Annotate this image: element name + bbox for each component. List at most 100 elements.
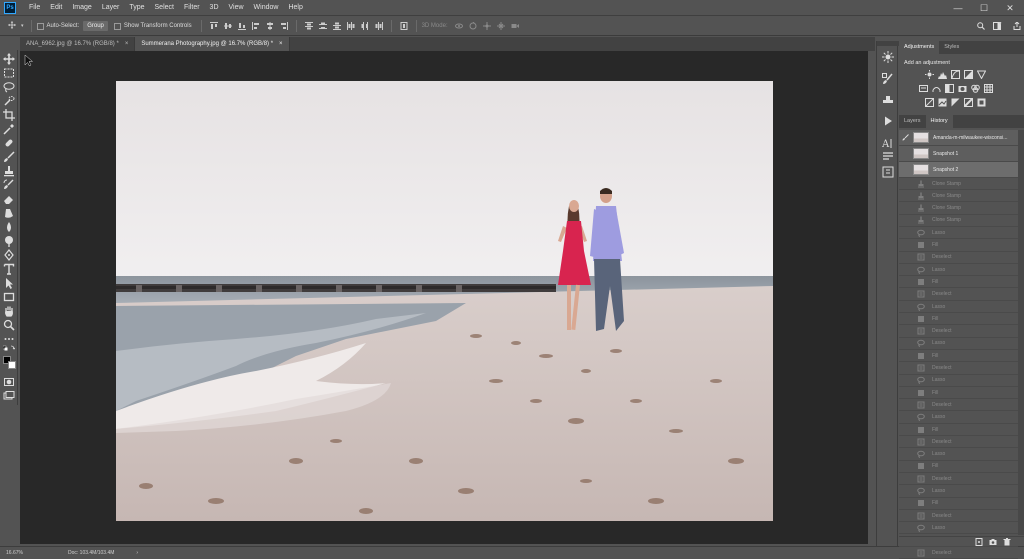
pen-tool-icon[interactable]: [3, 249, 15, 261]
tab-ana-6962[interactable]: ANA_6962.jpg @ 16.7% (RGB/8) * ×: [20, 37, 136, 51]
eyedropper-tool-icon[interactable]: [3, 123, 15, 135]
quick-mask-icon[interactable]: [3, 376, 15, 388]
history-state[interactable]: Fill: [899, 240, 1018, 252]
history-state[interactable]: Clone Stamp: [899, 190, 1018, 203]
menu-window[interactable]: Window: [249, 4, 284, 11]
exposure-icon[interactable]: [964, 70, 973, 79]
character-panel-icon[interactable]: A: [882, 137, 894, 149]
posterize-icon[interactable]: [938, 98, 947, 107]
actions-play-icon[interactable]: [882, 115, 894, 127]
color-lookup-icon[interactable]: [984, 84, 993, 93]
move-tool-icon[interactable]: [8, 21, 18, 31]
levels-icon[interactable]: [938, 70, 947, 79]
history-brush-source-icon[interactable]: [902, 134, 909, 141]
history-state[interactable]: Deselect: [899, 289, 1018, 301]
history-state[interactable]: Clone Stamp: [899, 178, 1018, 190]
glyphs-panel-icon[interactable]: [882, 166, 894, 178]
status-menu-arrow[interactable]: ›: [136, 550, 138, 556]
tab-summerana-photography[interactable]: Summerana Photography.jpg @ 16.7% (RGB/8…: [135, 37, 290, 51]
auto-align-icon[interactable]: [400, 22, 408, 30]
distribute-left-icon[interactable]: [346, 22, 355, 30]
curves-icon[interactable]: [951, 70, 960, 79]
crop-tool-icon[interactable]: [3, 109, 15, 121]
clone-stamp-tool-icon[interactable]: [3, 165, 15, 177]
background-color-swatch[interactable]: [8, 361, 16, 369]
hand-tool-icon[interactable]: [3, 305, 15, 317]
history-brush-tool-icon[interactable]: [3, 179, 15, 191]
history-state[interactable]: Lasso: [899, 486, 1018, 498]
quick-selection-tool-icon[interactable]: [3, 95, 15, 107]
align-right-icon[interactable]: [280, 22, 288, 30]
history-state[interactable]: Clone Stamp: [899, 215, 1018, 227]
history-state[interactable]: Deselect: [899, 510, 1018, 523]
history-state[interactable]: Deselect: [899, 363, 1018, 375]
history-snapshot[interactable]: Snapshot 2: [899, 162, 1018, 178]
3d-orbit-icon[interactable]: [454, 22, 463, 30]
menu-3d[interactable]: 3D: [205, 4, 224, 11]
3d-scale-icon[interactable]: [511, 22, 519, 30]
photo-filter-icon[interactable]: [958, 84, 967, 93]
history-state[interactable]: Deselect: [899, 252, 1018, 264]
distribute-right-icon[interactable]: [375, 22, 383, 30]
menu-help[interactable]: Help: [283, 4, 307, 11]
history-state[interactable]: Fill: [899, 350, 1018, 363]
tab-layers[interactable]: Layers: [899, 115, 926, 128]
zoom-level[interactable]: 16.67%: [6, 550, 46, 556]
3d-slide-icon[interactable]: [496, 22, 505, 30]
menu-filter[interactable]: Filter: [179, 4, 205, 11]
color-balance-icon[interactable]: [932, 84, 941, 93]
3d-pan-icon[interactable]: [482, 22, 491, 30]
tab-styles[interactable]: Styles: [939, 41, 964, 54]
align-hcenter-icon[interactable]: [266, 22, 274, 30]
tab-history[interactable]: History: [925, 115, 953, 128]
distribute-vcenter-icon[interactable]: [318, 22, 327, 30]
gradient-map-icon[interactable]: [964, 98, 973, 107]
menu-view[interactable]: View: [224, 4, 249, 11]
rectangle-tool-icon[interactable]: [3, 291, 15, 303]
history-state[interactable]: Lasso: [899, 449, 1018, 461]
history-state[interactable]: Lasso: [899, 227, 1018, 240]
new-snapshot-icon[interactable]: [989, 538, 997, 546]
align-vcenter-icon[interactable]: [223, 22, 232, 30]
history-state[interactable]: Fill: [899, 276, 1018, 289]
blur-tool-icon[interactable]: [3, 221, 15, 233]
history-state[interactable]: Deselect: [899, 547, 1018, 559]
menu-edit[interactable]: Edit: [45, 4, 67, 11]
paragraph-panel-icon[interactable]: [882, 151, 894, 163]
brush-settings-icon[interactable]: [882, 51, 894, 63]
eraser-tool-icon[interactable]: [3, 193, 15, 205]
align-bottom-icon[interactable]: [237, 22, 246, 30]
distribute-bottom-icon[interactable]: [332, 22, 341, 30]
healing-brush-tool-icon[interactable]: [3, 137, 15, 149]
channel-mixer-icon[interactable]: [971, 84, 980, 93]
black-white-icon[interactable]: [945, 84, 954, 93]
zoom-tool-icon[interactable]: [3, 319, 15, 331]
close-window-button[interactable]: ✕: [998, 2, 1022, 14]
auto-select-dropdown[interactable]: Group: [83, 21, 108, 31]
history-state[interactable]: Deselect: [899, 399, 1018, 412]
history-state[interactable]: Fill: [899, 498, 1018, 510]
clone-source-icon[interactable]: [882, 93, 894, 105]
invert-icon[interactable]: [925, 98, 934, 107]
menu-select[interactable]: Select: [150, 4, 179, 11]
maximize-button[interactable]: ☐: [972, 2, 996, 14]
history-state[interactable]: Lasso: [899, 522, 1018, 535]
lasso-tool-icon[interactable]: [3, 81, 15, 93]
auto-select-checkbox[interactable]: [36, 22, 44, 30]
menu-type[interactable]: Type: [124, 4, 149, 11]
history-state[interactable]: Lasso: [899, 338, 1018, 350]
history-snapshot[interactable]: Snapshot 1: [899, 146, 1018, 162]
history-state[interactable]: Lasso: [899, 375, 1018, 387]
minimize-button[interactable]: —: [946, 2, 970, 14]
menu-image[interactable]: Image: [67, 4, 96, 11]
history-state[interactable]: Deselect: [899, 436, 1018, 449]
history-state[interactable]: Lasso: [899, 412, 1018, 424]
show-transform-checkbox[interactable]: [113, 22, 121, 30]
brush-tool-icon[interactable]: [3, 151, 15, 163]
align-left-icon[interactable]: [251, 22, 260, 30]
new-document-from-state-icon[interactable]: [975, 538, 983, 546]
share-icon[interactable]: [1013, 22, 1021, 30]
history-state[interactable]: Fill: [899, 387, 1018, 400]
history-state[interactable]: Fill: [899, 313, 1018, 326]
tab-close-icon[interactable]: ×: [125, 41, 129, 47]
